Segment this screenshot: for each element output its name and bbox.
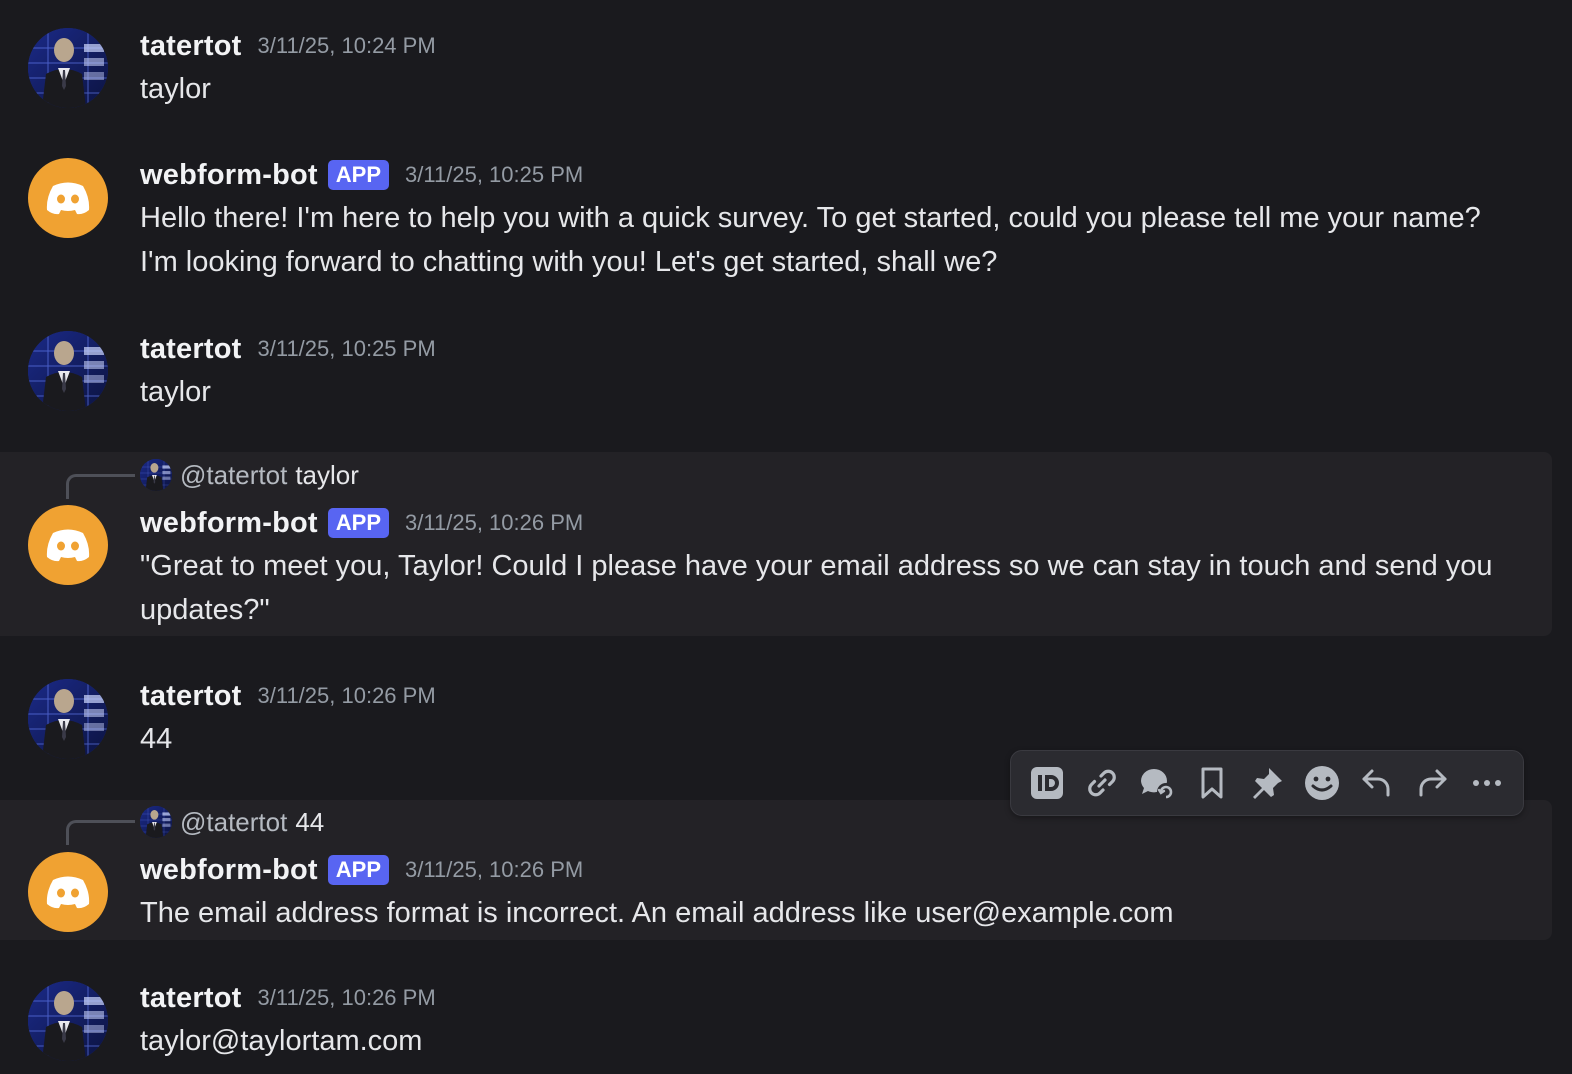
message-header: tatertot 3/11/25, 10:24 PM <box>140 28 436 64</box>
reply-spine <box>66 474 135 499</box>
reply-mention[interactable]: @tatertot <box>180 460 287 491</box>
timestamp[interactable]: 3/11/25, 10:26 PM <box>405 857 583 883</box>
reply-preview[interactable]: @tatertot 44 <box>140 806 324 838</box>
message-actions-toolbar <box>1010 750 1524 816</box>
avatar[interactable] <box>28 158 108 238</box>
bookmark-icon <box>1201 767 1223 799</box>
create-thread-button[interactable] <box>1133 759 1181 807</box>
message: @tatertot 44 webform-bot APP 3/11/25, 10… <box>0 800 1552 940</box>
message-header: webform-bot APP 3/11/25, 10:26 PM <box>140 505 583 541</box>
bookmark-button[interactable] <box>1188 759 1236 807</box>
pin-icon <box>1252 768 1282 799</box>
timestamp[interactable]: 3/11/25, 10:25 PM <box>405 162 583 188</box>
avatar[interactable] <box>28 505 108 585</box>
message-text: taylor <box>140 73 211 105</box>
timestamp[interactable]: 3/11/25, 10:24 PM <box>258 33 436 59</box>
username[interactable]: tatertot <box>140 30 242 63</box>
username[interactable]: webform-bot <box>140 854 318 887</box>
username[interactable]: tatertot <box>140 333 242 366</box>
reply-preview[interactable]: @tatertot taylor <box>140 459 359 491</box>
avatar[interactable] <box>28 679 108 759</box>
reply-avatar <box>140 806 172 838</box>
discord-logo-icon <box>46 876 90 909</box>
more-options-button[interactable] <box>1463 759 1511 807</box>
message-text: Hello there! I'm here to help you with a… <box>140 202 1481 278</box>
avatar[interactable] <box>28 852 108 932</box>
message: tatertot 3/11/25, 10:24 PM taylor <box>0 0 1552 124</box>
reply-button[interactable] <box>1353 759 1401 807</box>
timestamp[interactable]: 3/11/25, 10:26 PM <box>405 510 583 536</box>
message-text: taylor <box>140 376 211 408</box>
discord-logo-icon <box>46 182 90 215</box>
message-header: tatertot 3/11/25, 10:26 PM <box>140 980 436 1016</box>
more-icon <box>1473 780 1502 786</box>
copy-id-button[interactable] <box>1023 759 1071 807</box>
message-header: webform-bot APP 3/11/25, 10:25 PM <box>140 157 583 193</box>
timestamp[interactable]: 3/11/25, 10:26 PM <box>258 683 436 709</box>
discord-logo-icon <box>46 529 90 562</box>
username[interactable]: webform-bot <box>140 507 318 540</box>
message: webform-bot APP 3/11/25, 10:25 PM Hello … <box>0 124 1552 304</box>
message: tatertot 3/11/25, 10:26 PM taylor@taylor… <box>0 955 1552 1074</box>
timestamp[interactable]: 3/11/25, 10:26 PM <box>258 985 436 1011</box>
message-header: tatertot 3/11/25, 10:25 PM <box>140 331 436 367</box>
message-text: taylor@taylortam.com <box>140 1025 423 1057</box>
thread-icon <box>1140 769 1175 801</box>
message-text: "Great to meet you, Taylor! Could I plea… <box>140 550 1493 626</box>
reply-text: taylor <box>295 459 359 490</box>
copy-link-button[interactable] <box>1078 759 1126 807</box>
pin-button[interactable] <box>1243 759 1291 807</box>
username[interactable]: webform-bot <box>140 159 318 192</box>
message: tatertot 3/11/25, 10:25 PM taylor <box>0 304 1552 450</box>
avatar[interactable] <box>28 28 108 108</box>
username[interactable]: tatertot <box>140 982 242 1015</box>
reply-avatar <box>140 459 172 491</box>
add-reaction-button[interactable] <box>1298 759 1346 807</box>
avatar[interactable] <box>28 981 108 1061</box>
id-icon <box>1030 767 1063 799</box>
avatar[interactable] <box>28 331 108 411</box>
message-header: webform-bot APP 3/11/25, 10:26 PM <box>140 852 583 888</box>
reply-icon <box>1362 769 1390 797</box>
message-header: tatertot 3/11/25, 10:26 PM <box>140 678 436 714</box>
link-icon <box>1087 769 1116 797</box>
reply-spine <box>66 820 135 845</box>
app-badge: APP <box>327 855 390 885</box>
forward-icon <box>1419 769 1447 797</box>
timestamp[interactable]: 3/11/25, 10:25 PM <box>258 336 436 362</box>
chat-log: tatertot 3/11/25, 10:24 PM taylor webfor… <box>0 0 1572 1074</box>
app-badge: APP <box>327 508 390 538</box>
message: @tatertot taylor webform-bot APP 3/11/25… <box>0 452 1552 636</box>
emoji-icon <box>1305 766 1340 800</box>
forward-button[interactable] <box>1408 759 1456 807</box>
username[interactable]: tatertot <box>140 680 242 713</box>
message-text: The email address format is incorrect. A… <box>140 897 1174 929</box>
app-badge: APP <box>327 160 390 190</box>
reply-mention[interactable]: @tatertot <box>180 807 287 838</box>
reply-text: 44 <box>295 806 325 837</box>
